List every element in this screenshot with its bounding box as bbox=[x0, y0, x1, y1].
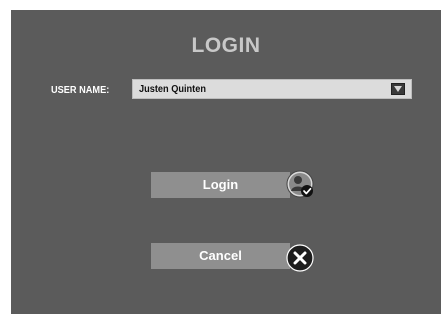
dropdown-arrow-icon[interactable] bbox=[391, 83, 405, 95]
user-name-label: USER NAME: bbox=[51, 85, 110, 96]
cancel-button[interactable]: Cancel bbox=[151, 243, 290, 269]
user-name-select[interactable]: Justen Quinten bbox=[132, 79, 412, 99]
user-login-check-icon[interactable] bbox=[286, 170, 316, 200]
login-dialog: LOGIN USER NAME: Justen Quinten Login Ca… bbox=[11, 10, 441, 314]
login-button[interactable]: Login bbox=[151, 172, 290, 198]
user-name-value: Justen Quinten bbox=[139, 84, 206, 95]
cancel-x-icon[interactable] bbox=[286, 244, 314, 272]
dialog-title: LOGIN bbox=[191, 34, 261, 57]
